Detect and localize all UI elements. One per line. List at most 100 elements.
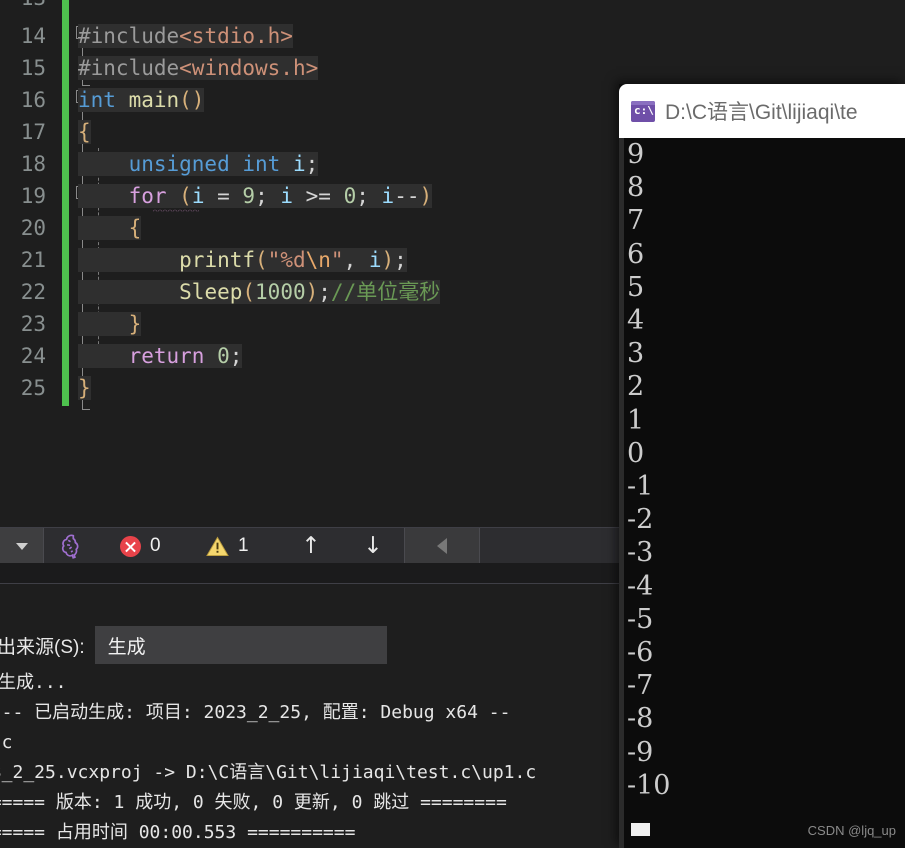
console-output-line: 7	[627, 205, 645, 237]
console-output-line: 6	[627, 238, 645, 270]
output-line: 23_2_25.vcxproj -> D:\C语言\Git\lijiaqi\te…	[0, 762, 537, 783]
output-line: ====== 版本: 1 成功, 0 失败, 0 更新, 0 跳过 ======…	[0, 792, 507, 813]
console-window[interactable]: D:\C语言\Git\lijiaqi\te 9876543210-1-2-3-4…	[619, 84, 905, 848]
line-number: 21	[20, 248, 46, 272]
code-text: printf("%d\n", i);	[78, 244, 407, 276]
code-text: Sleep(1000);//单位毫秒	[78, 276, 441, 308]
previous-error-button[interactable]: ↑	[280, 528, 342, 564]
line-number: 15	[20, 56, 46, 80]
console-output-area[interactable]: 9 8 7 6 5 4 3 2 1 0 -1 -2 -3 -4 -5 -6 -7 -8 -9 -10	[619, 138, 905, 848]
code-line[interactable]: 16 int main()	[0, 84, 620, 116]
code-text: return 0;	[78, 340, 243, 372]
console-output-line: 0	[627, 437, 645, 469]
line-number: 22	[20, 280, 46, 304]
console-output-line: 8	[627, 172, 645, 204]
line-number: 23	[20, 312, 46, 336]
line-number: 25	[20, 376, 46, 400]
error-list-toolbar[interactable]: 0 1 ↑ ↓	[0, 527, 620, 564]
output-source-label: 输出来源(S):	[0, 636, 85, 658]
output-line: e.c	[0, 732, 13, 753]
output-toolbar: 输出来源(S): 生成	[0, 626, 620, 664]
code-line[interactable]: 18 unsigned int i;	[0, 148, 620, 180]
code-text: {	[78, 216, 142, 240]
console-output-line: 4	[627, 305, 645, 337]
line-number: 16	[20, 88, 46, 112]
console-output-line: -9	[627, 736, 654, 768]
line-number: 13	[0, 0, 46, 9]
code-line[interactable]: 14 #include<stdio.h>	[0, 20, 620, 52]
console-line-container: 9 8 7 6 5 4 3 2 1 0 -1 -2 -3 -4 -5 -6 -7 -8 -9 -10	[619, 138, 905, 802]
visual-studio-window: 13 14 #include<stdio.h> 15 #include<windows.…	[0, 0, 620, 848]
chevron-down-icon	[15, 542, 28, 550]
code-line[interactable]: 23 }	[0, 308, 620, 340]
output-line: ====== 占用时间 00:00.553 ==========	[0, 822, 356, 843]
console-output-line: 1	[627, 404, 645, 436]
code-text: #include<windows.h>	[78, 56, 319, 80]
warning-count-indicator[interactable]: 1	[188, 528, 280, 564]
arrow-up-icon: ↑	[301, 532, 321, 559]
line-number: 14	[20, 24, 46, 48]
arrow-down-icon: ↓	[363, 532, 383, 559]
output-source-value: 生成	[107, 636, 146, 658]
console-output-line: 9	[627, 139, 645, 170]
console-output-line: -7	[627, 670, 654, 702]
output-line: ---- 已启动生成: 项目: 2023_2_25, 配置: Debug x64…	[0, 702, 511, 723]
line-number: 18	[20, 152, 46, 176]
code-line[interactable]: 25}	[0, 372, 620, 404]
code-line[interactable]: 17 {	[0, 116, 620, 148]
console-scrollbar[interactable]	[619, 138, 624, 848]
code-editor[interactable]: 13 14 #include<stdio.h> 15 #include<windows.…	[0, 0, 620, 516]
code-line[interactable]: 22 Sleep(1000);//单位毫秒	[0, 276, 620, 308]
output-line: 动生成...	[0, 672, 67, 693]
line-number: 19	[20, 184, 46, 208]
watermark-text: CSDN @ljq_up	[807, 823, 896, 838]
code-line[interactable]: 13	[0, 0, 620, 20]
console-output-line: -5	[627, 603, 654, 635]
brain-icon	[61, 533, 78, 559]
console-output-line: 2	[627, 371, 645, 403]
console-output-line: -4	[627, 570, 654, 602]
code-line[interactable]: 21 printf("%d\n", i);	[0, 244, 620, 276]
warning-count: 1	[238, 535, 249, 556]
code-text: #include<stdio.h>	[78, 24, 293, 48]
code-text: int main()	[78, 88, 205, 112]
console-output-line: -1	[627, 471, 654, 503]
collapse-panel-button[interactable]	[404, 528, 480, 564]
console-output-line: -3	[627, 537, 654, 569]
code-line[interactable]: 20 {	[0, 212, 620, 244]
error-circle-icon	[120, 535, 141, 557]
code-text: for (i = 9; i >= 0; i--)	[78, 180, 433, 212]
console-output-line: -10	[627, 769, 671, 801]
code-line[interactable]: 19 for (i = 9; i >= 0; i--)	[0, 180, 620, 212]
code-text: {	[78, 120, 91, 144]
console-output-line: -8	[627, 703, 654, 735]
line-number: 17	[20, 120, 46, 144]
output-text-area[interactable]: 动生成... ---- 已启动生成: 项目: 2023_2_25, 配置: Deb…	[0, 668, 620, 848]
output-source-select[interactable]: 生成	[94, 626, 387, 664]
error-count: 0	[150, 535, 161, 556]
code-line[interactable]: 15 #include<windows.h>	[0, 52, 620, 84]
code-line[interactable]: 24 return 0;	[0, 340, 620, 372]
code-line-container: 13 14 #include<stdio.h> 15 #include<windows.…	[0, 0, 620, 404]
error-count-indicator[interactable]: 0	[96, 528, 188, 564]
error-list-body[interactable]	[0, 563, 620, 584]
console-output-line: 3	[627, 338, 645, 370]
fold-line-main-end	[82, 409, 90, 410]
warning-triangle-icon	[206, 535, 229, 556]
next-error-button[interactable]: ↓	[342, 528, 404, 564]
intellisense-toggle-button[interactable]	[44, 528, 96, 564]
cmd-prompt-icon	[631, 100, 655, 122]
console-output-line: -6	[627, 637, 654, 669]
line-number: 20	[20, 216, 46, 240]
line-number: 24	[20, 344, 46, 368]
console-title-bar[interactable]: D:\C语言\Git\lijiaqi\te	[619, 84, 905, 138]
code-text: }	[78, 376, 91, 400]
console-cursor	[631, 823, 650, 836]
code-text: unsigned int i;	[78, 152, 319, 176]
console-output-line: 5	[627, 271, 645, 303]
triangle-left-icon	[437, 538, 447, 554]
output-window: 输出来源(S): 生成 动生成... ---- 已启动生成: 项目: 2023_2…	[0, 584, 620, 848]
code-text: }	[78, 312, 142, 336]
console-output-line: -2	[627, 504, 654, 536]
error-filter-dropdown[interactable]	[0, 528, 44, 564]
